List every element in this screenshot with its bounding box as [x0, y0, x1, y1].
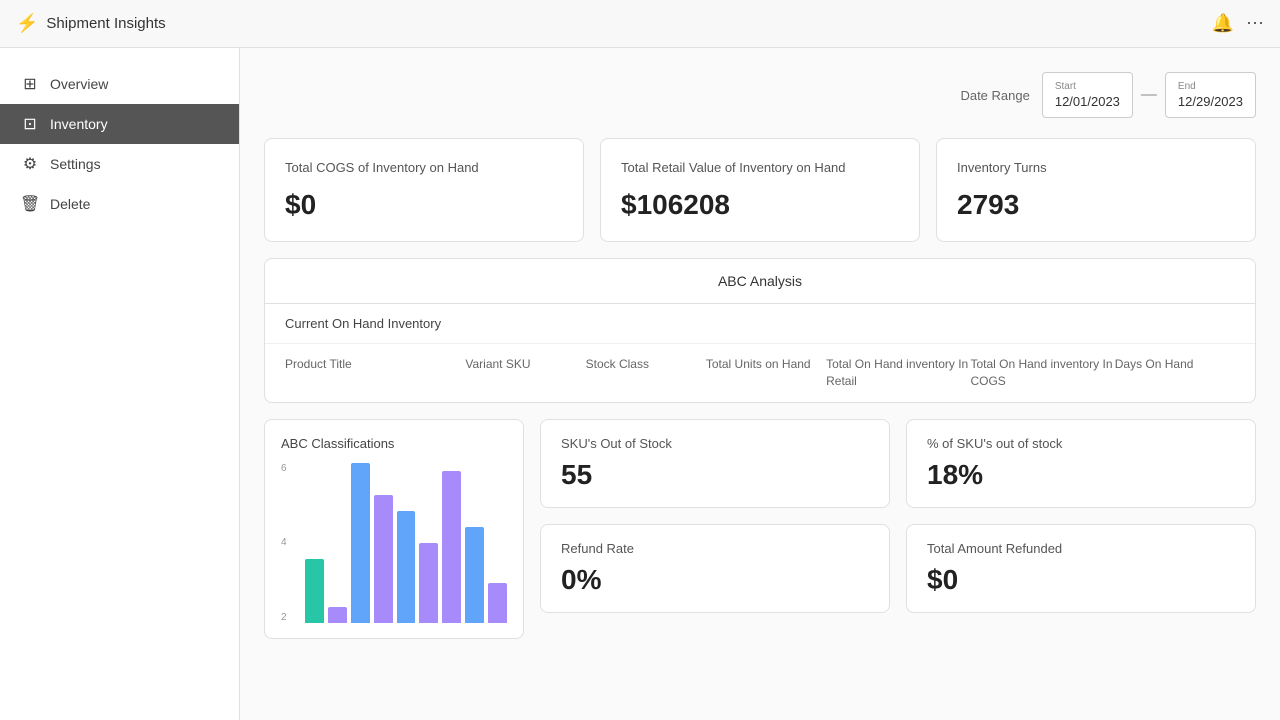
date-separator: —: [1141, 86, 1157, 104]
abc-section-header: ABC Analysis: [265, 259, 1255, 304]
layout: ⊞ Overview ⊡ Inventory ⚙ Settings 🗑 Dele…: [0, 48, 1280, 720]
chart-bar: [419, 543, 438, 623]
chart-title: ABC Classifications: [281, 436, 507, 451]
col-product-title: Product Title: [285, 356, 465, 390]
sidebar-item-overview[interactable]: ⊞ Overview: [0, 64, 239, 104]
card-inventory-turns: Inventory Turns 2793: [936, 138, 1256, 242]
settings-icon: ⚙: [20, 154, 40, 174]
y-label-2: 2: [281, 612, 287, 623]
date-range-label: Date Range: [960, 88, 1029, 103]
refund-rate-value: 0%: [561, 564, 869, 596]
chart-bar: [305, 559, 324, 623]
pct-skus-value: 18%: [927, 459, 1235, 491]
topbar-right: 🔔 ⋯: [1212, 13, 1264, 34]
abc-classifications-card: ABC Classifications 6 4 2: [264, 419, 524, 639]
sidebar-label-delete: Delete: [50, 196, 90, 212]
card-refund-rate: Refund Rate 0%: [540, 524, 890, 613]
card-cogs-value: $0: [285, 189, 563, 221]
skus-oos-title: SKU's Out of Stock: [561, 436, 869, 451]
sidebar-label-settings: Settings: [50, 156, 101, 172]
top-cards-row: Total COGS of Inventory on Hand $0 Total…: [264, 138, 1256, 242]
card-turns-title: Inventory Turns: [957, 159, 1235, 177]
y-label-4: 4: [281, 537, 287, 548]
bar-group: [305, 559, 324, 623]
notification-icon[interactable]: 🔔: [1212, 13, 1234, 34]
col-variant-sku: Variant SKU: [465, 356, 585, 390]
start-value: 12/01/2023: [1055, 94, 1120, 109]
bar-group: [419, 543, 438, 623]
date-end-field[interactable]: End 12/29/2023: [1165, 72, 1256, 118]
main-content: Date Range Start 12/01/2023 — End 12/29/…: [240, 48, 1280, 720]
sidebar-label-inventory: Inventory: [50, 116, 108, 132]
bottom-right-bottom: Refund Rate 0% Total Amount Refunded $0: [540, 524, 1256, 613]
refund-rate-title: Refund Rate: [561, 541, 869, 556]
card-skus-out-of-stock: SKU's Out of Stock 55: [540, 419, 890, 508]
topbar: ⚡ Shipment Insights 🔔 ⋯: [0, 0, 1280, 48]
end-label: End: [1178, 81, 1243, 92]
chart-bar: [328, 607, 347, 623]
bar-group: [328, 607, 347, 623]
chart-bar: [351, 463, 370, 623]
date-start-field[interactable]: Start 12/01/2023: [1042, 72, 1133, 118]
topbar-left: ⚡ Shipment Insights: [16, 13, 166, 34]
overview-icon: ⊞: [20, 74, 40, 94]
bottom-row: ABC Classifications 6 4 2 SKU's Out of S…: [264, 419, 1256, 639]
end-value: 12/29/2023: [1178, 94, 1243, 109]
col-stock-class: Stock Class: [586, 356, 706, 390]
card-retail-value: $106208: [621, 189, 899, 221]
chart-bar: [442, 471, 461, 623]
card-turns-value: 2793: [957, 189, 1235, 221]
card-retail-title: Total Retail Value of Inventory on Hand: [621, 159, 899, 177]
col-on-hand-retail: Total On Hand inventory In Retail: [826, 356, 970, 390]
date-range-container: Date Range Start 12/01/2023 — End 12/29/…: [264, 72, 1256, 118]
skus-oos-value: 55: [561, 459, 869, 491]
bar-group: [442, 471, 461, 623]
app-logo-icon: ⚡: [16, 13, 38, 34]
y-label-6: 6: [281, 463, 287, 474]
sidebar-item-inventory[interactable]: ⊡ Inventory: [0, 104, 239, 144]
sidebar-item-settings[interactable]: ⚙ Settings: [0, 144, 239, 184]
y-axis: 6 4 2: [281, 463, 287, 623]
delete-icon: 🗑: [20, 194, 40, 214]
chart-bar: [397, 511, 416, 623]
sidebar: ⊞ Overview ⊡ Inventory ⚙ Settings 🗑 Dele…: [0, 48, 240, 720]
card-pct-skus-out: % of SKU's out of stock 18%: [906, 419, 1256, 508]
bar-group: [351, 463, 370, 623]
bottom-right: SKU's Out of Stock 55 % of SKU's out of …: [540, 419, 1256, 639]
abc-section-subtitle: Current On Hand Inventory: [265, 304, 1255, 344]
pct-skus-title: % of SKU's out of stock: [927, 436, 1235, 451]
start-label: Start: [1055, 81, 1120, 92]
chart-bar: [488, 583, 507, 623]
card-total-retail: Total Retail Value of Inventory on Hand …: [600, 138, 920, 242]
sidebar-item-delete[interactable]: 🗑 Delete: [0, 184, 239, 224]
total-refunded-title: Total Amount Refunded: [927, 541, 1235, 556]
bar-group: [397, 511, 416, 623]
bar-group: [374, 495, 393, 623]
card-total-refunded: Total Amount Refunded $0: [906, 524, 1256, 613]
abc-table-header: Product Title Variant SKU Stock Class To…: [265, 344, 1255, 402]
bar-group: [488, 583, 507, 623]
card-total-cogs: Total COGS of Inventory on Hand $0: [264, 138, 584, 242]
bar-group: [465, 527, 484, 623]
col-total-units: Total Units on Hand: [706, 356, 826, 390]
col-on-hand-cogs: Total On Hand inventory In COGS: [970, 356, 1114, 390]
bottom-right-top: SKU's Out of Stock 55 % of SKU's out of …: [540, 419, 1256, 508]
app-title: Shipment Insights: [46, 15, 165, 32]
total-refunded-value: $0: [927, 564, 1235, 596]
chart-area: 6 4 2: [281, 463, 507, 623]
inventory-icon: ⊡: [20, 114, 40, 134]
chart-bar: [374, 495, 393, 623]
sidebar-label-overview: Overview: [50, 76, 108, 92]
chart-bar: [465, 527, 484, 623]
col-days-on-hand: Days On Hand: [1115, 356, 1235, 390]
more-options-icon[interactable]: ⋯: [1246, 13, 1264, 34]
abc-analysis-panel: ABC Analysis Current On Hand Inventory P…: [264, 258, 1256, 403]
card-cogs-title: Total COGS of Inventory on Hand: [285, 159, 563, 177]
